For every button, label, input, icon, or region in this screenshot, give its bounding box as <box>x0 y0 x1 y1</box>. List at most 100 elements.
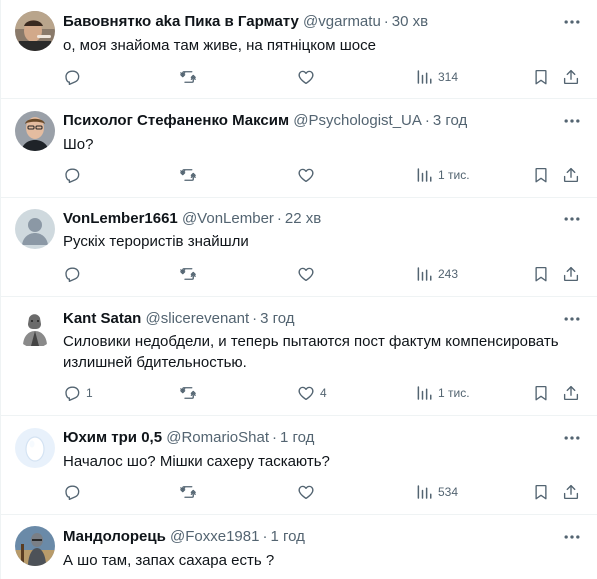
reply-icon <box>63 384 81 402</box>
tweet-header: VonLember1661 @VonLember · 22 хв <box>63 209 321 229</box>
tweet-text: Рускіх терористів знайшли <box>63 233 249 250</box>
timestamp[interactable]: 1 год <box>270 528 304 545</box>
reply-button[interactable] <box>63 264 86 284</box>
more-icon[interactable] <box>562 209 582 229</box>
author-name[interactable]: Мандолорець <box>63 528 166 545</box>
tweet-header: Бавовнятко aka Пика в Гармату @vgarmatu ·… <box>63 12 428 32</box>
bookmark-icon <box>532 68 550 86</box>
retweet-icon <box>179 265 197 283</box>
tweet[interactable]: Kant Satan @slicerevenant · 3 год Силовики … <box>1 297 597 416</box>
retweet-button[interactable] <box>179 482 202 502</box>
share-icon <box>562 483 580 501</box>
like-button[interactable] <box>297 67 320 87</box>
tweet-actions: 534 <box>63 482 583 502</box>
bookmark-button[interactable] <box>532 165 550 185</box>
author-name[interactable]: Kant Satan <box>63 310 141 327</box>
share-button[interactable] <box>562 165 580 185</box>
more-icon[interactable] <box>562 527 582 547</box>
timestamp[interactable]: 3 год <box>433 112 467 129</box>
views-button[interactable]: 1 тис. <box>415 383 470 403</box>
separator-dot: · <box>272 429 277 446</box>
share-button[interactable] <box>562 264 580 284</box>
share-button[interactable] <box>562 67 580 87</box>
avatar[interactable] <box>15 111 55 151</box>
like-button[interactable] <box>297 482 320 502</box>
separator-dot: · <box>252 310 258 327</box>
retweet-button[interactable] <box>179 264 202 284</box>
share-icon <box>562 68 580 86</box>
author-handle[interactable]: @Foxxe1981 <box>170 528 259 545</box>
tweet-header: Юхим три 0,5 @RomarioShat · 1 год <box>63 428 314 448</box>
tweet-header: Мандолорець @Foxxe1981 · 1 год <box>63 527 305 547</box>
tweet-actions: 1 тис. <box>63 165 583 185</box>
reply-button[interactable]: 1 <box>63 383 93 403</box>
author-name[interactable]: VonLember1661 <box>63 210 178 227</box>
author-name[interactable]: Психолог Стефаненко Максим <box>63 112 289 129</box>
more-icon[interactable] <box>562 428 582 448</box>
tweet-text: Шо? <box>63 136 94 153</box>
author-handle[interactable]: @slicerevenant <box>146 310 250 327</box>
more-icon[interactable] <box>562 12 582 32</box>
like-button[interactable] <box>297 165 320 185</box>
bookmark-button[interactable] <box>532 264 550 284</box>
avatar[interactable] <box>15 209 55 249</box>
share-button[interactable] <box>562 482 580 502</box>
tweet-actions: 243 <box>63 264 583 284</box>
retweet-button[interactable] <box>179 165 202 185</box>
views-button[interactable]: 1 тис. <box>415 165 470 185</box>
likes-count: 4 <box>320 386 327 400</box>
avatar[interactable] <box>15 308 55 348</box>
tweet[interactable]: Мандолорець @Foxxe1981 · 1 год А шо там, за… <box>1 515 597 579</box>
reply-button[interactable] <box>63 165 86 185</box>
views-button[interactable]: 243 <box>415 264 458 284</box>
tweet[interactable]: Бавовнятко aka Пика в Гармату @vgarmatu ·… <box>1 0 597 99</box>
retweet-button[interactable] <box>179 383 202 403</box>
avatar[interactable] <box>15 428 55 468</box>
share-icon <box>562 384 580 402</box>
more-icon[interactable] <box>562 111 582 131</box>
bookmark-button[interactable] <box>532 383 550 403</box>
views-button[interactable]: 314 <box>415 67 458 87</box>
like-icon <box>297 166 315 184</box>
retweet-button[interactable] <box>179 67 202 87</box>
tweet-header: Психолог Стефаненко Максим @Psychologist… <box>63 111 467 131</box>
avatar[interactable] <box>15 526 55 566</box>
retweet-icon <box>179 483 197 501</box>
tweet[interactable]: VonLember1661 @VonLember · 22 хв Рускіх тер… <box>1 198 597 297</box>
reply-icon <box>63 166 81 184</box>
bookmark-button[interactable] <box>532 482 550 502</box>
like-icon <box>297 68 315 86</box>
views-button[interactable]: 534 <box>415 482 458 502</box>
tweet-text: Силовики недобдели, и теперь пытаются по… <box>63 333 559 371</box>
like-icon <box>297 384 315 402</box>
more-icon[interactable] <box>562 309 582 329</box>
tweet-text: А шо там, запах сахара есть ? <box>63 552 275 569</box>
timestamp[interactable]: 3 год <box>260 310 294 327</box>
like-button[interactable] <box>297 264 320 284</box>
bookmark-icon <box>532 483 550 501</box>
author-handle[interactable]: @vgarmatu <box>303 13 381 30</box>
views-count: 1 тис. <box>438 168 470 182</box>
reply-button[interactable] <box>63 482 86 502</box>
tweet[interactable]: Психолог Стефаненко Максим @Psychologist… <box>1 99 597 198</box>
views-count: 1 тис. <box>438 386 470 400</box>
author-handle[interactable]: @VonLember <box>182 210 274 227</box>
author-name[interactable]: Юхим три 0,5 <box>63 429 162 446</box>
tweet-actions: 1 4 1 тис. <box>63 383 583 403</box>
like-button[interactable]: 4 <box>297 383 327 403</box>
views-count: 243 <box>438 267 459 281</box>
timestamp[interactable]: 1 год <box>280 429 314 446</box>
tweet[interactable]: Юхим три 0,5 @RomarioShat · 1 год Началос ш… <box>1 416 597 515</box>
timestamp[interactable]: 22 хв <box>285 210 321 227</box>
author-handle[interactable]: @Psychologist_UA <box>293 112 422 129</box>
reply-icon <box>63 68 81 86</box>
bookmark-button[interactable] <box>532 67 550 87</box>
share-button[interactable] <box>562 383 580 403</box>
bookmark-icon <box>532 265 550 283</box>
author-handle[interactable]: @RomarioShat <box>166 429 269 446</box>
author-name[interactable]: Бавовнятко aka Пика в Гармату <box>63 13 299 30</box>
avatar[interactable] <box>15 11 55 51</box>
reply-button[interactable] <box>63 67 86 87</box>
timestamp[interactable]: 30 хв <box>392 13 428 30</box>
replies-count: 1 <box>86 386 93 400</box>
